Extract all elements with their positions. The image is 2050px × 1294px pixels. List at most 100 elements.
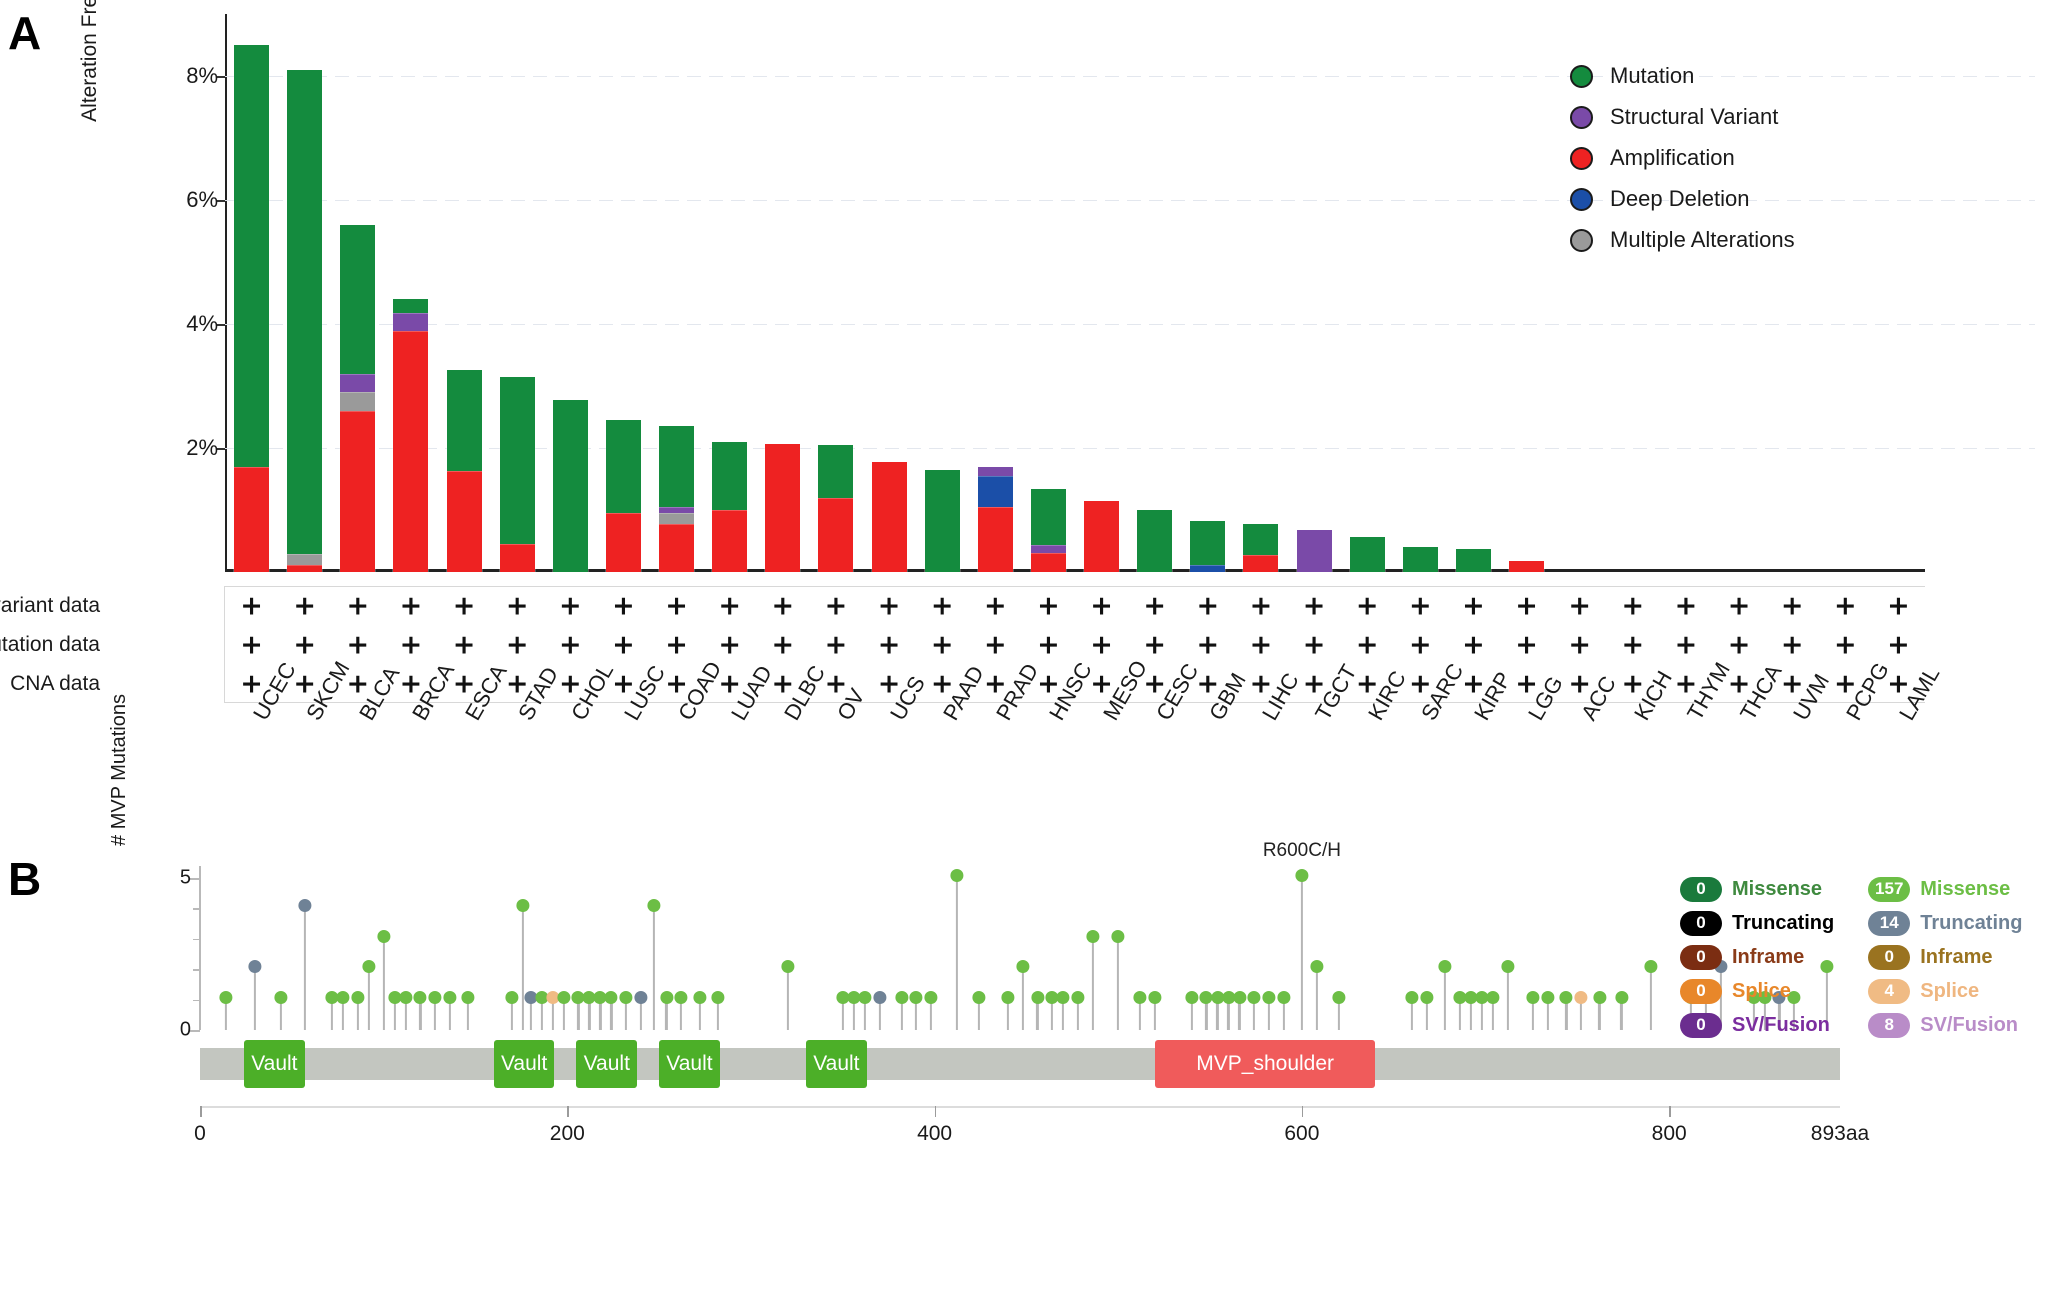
lollipop-head-missense[interactable] [674, 990, 688, 1004]
lollipop-head-missense[interactable] [781, 960, 795, 974]
protein-domain-vault[interactable]: Vault [244, 1040, 305, 1088]
lollipop-marker[interactable] [1574, 990, 1588, 1030]
legend-total-sv-fusion[interactable]: 8 SV/Fusion [1868, 1011, 2022, 1039]
lollipop-head-missense[interactable] [1247, 990, 1261, 1004]
lollipop-head-missense[interactable] [1148, 990, 1162, 1004]
lollipop-head-missense[interactable] [1405, 990, 1419, 1004]
lollipop-marker[interactable] [219, 990, 233, 1030]
lollipop-marker[interactable] [634, 990, 648, 1030]
lollipop-marker[interactable] [1071, 990, 1085, 1030]
lollipop-marker[interactable] [1526, 990, 1540, 1030]
lollipop-marker[interactable] [781, 960, 795, 1030]
lollipop-marker[interactable] [461, 990, 475, 1030]
lollipop-marker[interactable] [1232, 990, 1246, 1030]
lollipop-head-missense[interactable] [1486, 990, 1500, 1004]
lollipop-head-missense[interactable] [1086, 929, 1100, 943]
lollipop-head-missense[interactable] [1420, 990, 1434, 1004]
lollipop-marker[interactable] [1501, 960, 1515, 1030]
protein-domain-vault[interactable]: Vault [576, 1040, 638, 1088]
lollipop-marker[interactable] [1133, 990, 1147, 1030]
legend-selected-splice[interactable]: 0 Splice [1680, 977, 1834, 1005]
protein-domain-vault[interactable]: Vault [659, 1040, 720, 1088]
legend-selected-missense[interactable]: 0 Missense [1680, 875, 1834, 903]
lollipop-marker[interactable] [1199, 990, 1213, 1030]
lollipop-head-missense[interactable] [1644, 960, 1658, 974]
lollipop-marker[interactable] [399, 990, 413, 1030]
legend-selected-sv-fusion[interactable]: 0 SV/Fusion [1680, 1011, 1834, 1039]
lollipop-head-missense[interactable] [505, 990, 519, 1004]
legend-total-inframe[interactable]: 0 Inframe [1868, 943, 2022, 971]
lollipop-head-truncating[interactable] [634, 990, 648, 1004]
lollipop-marker[interactable] [274, 990, 288, 1030]
lollipop-marker[interactable] [298, 899, 312, 1030]
legend-selected-inframe[interactable]: 0 Inframe [1680, 943, 1834, 971]
lollipop-marker[interactable] [1295, 869, 1309, 1030]
lollipop-marker[interactable] [972, 990, 986, 1030]
legend-total-missense[interactable]: 157 Missense [1868, 875, 2022, 903]
lollipop-head-missense[interactable] [1559, 990, 1573, 1004]
lollipop-marker[interactable] [336, 990, 350, 1030]
lollipop-marker[interactable] [1056, 990, 1070, 1030]
lollipop-marker[interactable] [1221, 990, 1235, 1030]
lollipop-head-missense[interactable] [443, 990, 457, 1004]
lollipop-marker[interactable] [1614, 990, 1628, 1030]
lollipop-head-missense[interactable] [1332, 990, 1346, 1004]
lollipop-marker[interactable] [377, 929, 391, 1030]
lollipop-marker[interactable] [428, 990, 442, 1030]
lollipop-head-missense[interactable] [1016, 960, 1030, 974]
lollipop-head-missense[interactable] [1310, 960, 1324, 974]
lollipop-marker[interactable] [873, 990, 886, 1030]
lollipop-marker[interactable] [659, 990, 673, 1030]
lollipop-marker[interactable] [1001, 990, 1015, 1030]
lollipop-marker[interactable] [443, 990, 457, 1030]
lollipop-marker[interactable] [1420, 990, 1434, 1030]
lollipop-marker[interactable] [950, 869, 964, 1030]
lollipop-marker[interactable] [535, 990, 549, 1030]
lollipop-head-missense[interactable] [1232, 990, 1246, 1004]
lollipop-marker[interactable] [1210, 990, 1224, 1030]
lollipop-head-missense[interactable] [351, 990, 365, 1004]
lollipop-marker[interactable] [557, 990, 571, 1030]
protein-domain-vault[interactable]: Vault [806, 1040, 867, 1088]
lollipop-head-missense[interactable] [659, 990, 673, 1004]
lollipop-marker[interactable] [1185, 990, 1199, 1030]
lollipop-head-missense[interactable] [950, 869, 964, 882]
lollipop-marker[interactable] [1148, 990, 1162, 1030]
lollipop-marker[interactable] [1016, 960, 1030, 1030]
protein-domain-vault[interactable]: Vault [493, 1040, 555, 1088]
lollipop-marker[interactable] [1086, 929, 1100, 1030]
lollipop-head-missense[interactable] [1185, 990, 1199, 1004]
lollipop-marker[interactable] [674, 990, 688, 1030]
lollipop-marker[interactable] [1405, 990, 1419, 1030]
lollipop-marker[interactable] [1475, 990, 1489, 1030]
lollipop-head-missense[interactable] [1056, 990, 1070, 1004]
lollipop-marker[interactable] [1453, 990, 1467, 1030]
lollipop-marker[interactable] [1247, 990, 1261, 1030]
lollipop-marker[interactable] [847, 990, 861, 1030]
lollipop-marker[interactable] [858, 990, 872, 1030]
lollipop-marker[interactable] [619, 990, 633, 1030]
lollipop-head-splice[interactable] [1574, 990, 1588, 1004]
lollipop-marker[interactable] [1541, 990, 1555, 1030]
lollipop-head-truncating[interactable] [873, 990, 886, 1004]
lollipop-marker[interactable] [1486, 990, 1500, 1030]
lollipop-head-missense[interactable] [909, 990, 923, 1004]
lollipop-head-missense[interactable] [557, 990, 571, 1004]
lollipop-head-missense[interactable] [362, 960, 376, 974]
lollipop-head-missense[interactable] [604, 990, 618, 1004]
lollipop-head-missense[interactable] [1438, 960, 1452, 974]
lollipop-marker[interactable] [895, 990, 909, 1030]
lollipop-marker[interactable] [248, 960, 262, 1030]
lollipop-head-missense[interactable] [1277, 990, 1291, 1004]
legend-selected-truncating[interactable]: 0 Truncating [1680, 909, 1834, 937]
lollipop-marker[interactable] [1559, 990, 1573, 1030]
lollipop-head-missense[interactable] [1541, 990, 1555, 1004]
lollipop-head-missense[interactable] [336, 990, 350, 1004]
lollipop-marker[interactable] [1262, 990, 1276, 1030]
protein-domain-mvp_shoulder[interactable]: MVP_shoulder [1154, 1040, 1376, 1088]
lollipop-marker[interactable] [413, 990, 427, 1030]
lollipop-marker[interactable] [1644, 960, 1658, 1030]
lollipop-head-missense[interactable] [711, 990, 725, 1004]
lollipop-head-missense[interactable] [1526, 990, 1540, 1004]
lollipop-marker[interactable] [582, 990, 596, 1030]
